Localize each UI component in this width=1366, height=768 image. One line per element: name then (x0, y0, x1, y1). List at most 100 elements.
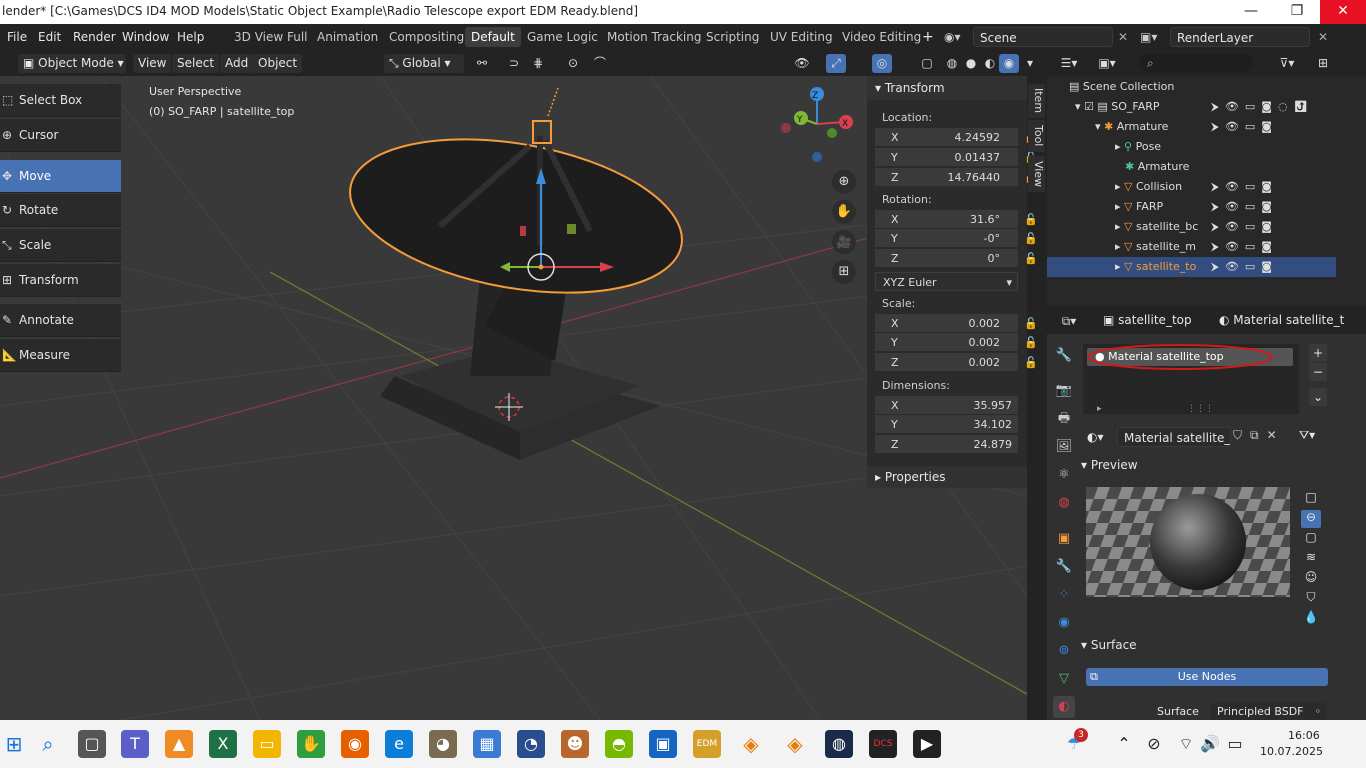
perspective-grid-icon[interactable]: ⊞ (832, 260, 856, 284)
view-layer-icon[interactable]: 🖼 (1053, 436, 1075, 458)
fluid-preview-icon[interactable]: 💧 (1301, 610, 1321, 628)
material-action-icons[interactable]: ⛉⧉✕ (1233, 428, 1299, 443)
edm-icon[interactable]: EDM (693, 730, 721, 758)
add-slot-button[interactable]: + (1309, 344, 1327, 362)
sphere-preview-icon[interactable]: ⊖ (1301, 510, 1321, 528)
row-visibility-icons[interactable]: ⮞👁▭◙◌⤴ (1211, 97, 1314, 117)
expand-arrow-icon[interactable]: ▸ (1097, 404, 1102, 414)
select-menu[interactable]: Select (172, 54, 220, 73)
search-icon[interactable]: ⌕ (34, 730, 62, 758)
add-workspace-button[interactable]: + (922, 28, 934, 46)
render-properties-icon[interactable]: 📷 (1053, 380, 1075, 402)
location-z-field[interactable]: Z14.76440🔓 (875, 168, 1038, 187)
solid-shading-icon[interactable]: ● (961, 54, 981, 73)
xray-icon[interactable]: ▢ (917, 54, 937, 73)
tab-video-editing[interactable]: Video Editing (836, 27, 927, 47)
media-app-icon[interactable]: ◔ (517, 730, 545, 758)
filter-icon[interactable]: ⊽▾ (1273, 54, 1301, 73)
render-layer-field[interactable]: RenderLayer (1170, 27, 1310, 47)
rotation-mode-dropdown[interactable]: XYZ Euler ▾ (875, 272, 1018, 291)
paint-app-icon[interactable]: ☻ (561, 730, 589, 758)
tab-game-logic[interactable]: Game Logic (521, 27, 604, 47)
mode-dropdown[interactable]: ▣ Object Mode ▾ (18, 54, 126, 73)
blender-icon[interactable]: ◈ (737, 730, 765, 758)
menu-render[interactable]: Render (73, 28, 116, 46)
scale-z-field[interactable]: Z 0.002 🔓 (875, 353, 1038, 372)
snap-toggle-icon[interactable]: ⊃ (504, 54, 524, 73)
navigation-gizmo[interactable]: Z X Y (781, 87, 853, 162)
shading-dropdown-icon[interactable]: ▾ (1020, 54, 1040, 73)
firefox-icon[interactable]: ◉ (341, 730, 369, 758)
start-icon[interactable]: ⊞ (0, 730, 28, 758)
tab-tool[interactable]: Tool (1028, 120, 1045, 152)
visibility-icon[interactable]: 👁 (792, 54, 812, 73)
hair-preview-icon[interactable]: ≋ (1301, 550, 1321, 568)
lock-icon[interactable]: 🔓 (1024, 210, 1038, 229)
wireframe-shading-icon[interactable]: ◍ (942, 54, 962, 73)
tab-animation[interactable]: Animation (311, 27, 384, 47)
location-x-field[interactable]: X4.24592🔓 (875, 128, 1038, 147)
maximize-button[interactable]: ❐ (1274, 0, 1320, 24)
close-scene-icon[interactable]: ✕ (1118, 28, 1128, 46)
outliner-row-pose[interactable]: ▸ ⚲ Pose (1047, 137, 1336, 157)
gizmo-toggle-icon[interactable]: ⤢ (826, 54, 846, 73)
tab-item[interactable]: Item (1028, 84, 1045, 118)
outliner-row-armature[interactable]: ▾ ✱ Armature ⮞👁▭◙ (1047, 117, 1336, 137)
pivot-icon[interactable]: ⚯ (472, 54, 492, 73)
tool-annotate[interactable]: ✎ Annotate (0, 304, 121, 337)
output-properties-icon[interactable]: 🖶 (1053, 408, 1075, 430)
node-link-icon[interactable]: ⛛▾ (1299, 428, 1315, 443)
gimp-icon[interactable]: ◕ (429, 730, 457, 758)
tool-properties-icon[interactable]: 🔧 (1053, 345, 1075, 367)
row-visibility-icons[interactable]: ⮞👁▭◙ (1211, 237, 1278, 257)
dimensions-y-field[interactable]: Y 34.102 (875, 415, 1018, 434)
row-visibility-icons[interactable]: ⮞👁▭◙ (1211, 217, 1278, 237)
use-nodes-button[interactable]: ⧉ Use Nodes (1086, 668, 1328, 686)
location-y-field[interactable]: Y0.01437🔓 (875, 148, 1038, 167)
tool-measure[interactable]: 📐 Measure (0, 339, 121, 372)
tool-scale[interactable]: ⤡ Scale (0, 229, 121, 262)
lock-icon[interactable]: 🔓 (1024, 229, 1038, 248)
task-view-icon[interactable]: ▢ (78, 730, 106, 758)
sync-off-icon[interactable]: ⊘ (1140, 730, 1168, 758)
dimensions-z-field[interactable]: Z 24.879 (875, 435, 1018, 454)
outliner-row-armature-data[interactable]: ✱ Armature (1047, 157, 1336, 177)
snap-settings-icon[interactable]: ⋕ (528, 54, 548, 73)
outliner-row-collision[interactable]: ▸ ▽ Collision ⮞👁▭◙ (1047, 177, 1336, 197)
flat-preview-icon[interactable]: □ (1301, 490, 1321, 508)
checkbox-icon[interactable]: ☑ (1084, 100, 1097, 113)
close-render-layer-icon[interactable]: ✕ (1318, 28, 1328, 46)
physics-properties-icon[interactable]: ◉ (1053, 612, 1075, 634)
dcs-icon[interactable]: DCS (869, 730, 897, 758)
minimize-button[interactable]: — (1228, 0, 1274, 24)
display-mode-icon[interactable]: ▣▾ (1097, 54, 1117, 73)
clock-time[interactable]: 16:06 (1288, 729, 1320, 742)
monkey-preview-icon[interactable]: ☺ (1301, 570, 1321, 588)
lock-icon[interactable]: 🔓 (1024, 249, 1038, 268)
tool-cursor[interactable]: ⊕ Cursor (0, 119, 121, 152)
teams-icon[interactable]: T (121, 730, 149, 758)
add-menu[interactable]: Add (220, 54, 254, 73)
surface-shader-field[interactable]: Principled BSDF ◦ (1211, 703, 1327, 721)
tab-3d-view-full[interactable]: 3D View Full (228, 27, 314, 47)
overlay-toggle-icon[interactable]: ◎ (872, 54, 892, 73)
menu-help[interactable]: Help (177, 28, 204, 46)
editor-type-icon[interactable]: ⧉▾ (1059, 312, 1079, 331)
globe-app-icon[interactable]: ◍ (825, 730, 853, 758)
data-properties-icon[interactable]: ▽ (1053, 668, 1075, 690)
row-visibility-icons[interactable]: ⮞👁▭◙ (1211, 117, 1278, 137)
orientation-dropdown[interactable]: ⤡ Global ▾ (384, 54, 464, 73)
new-collection-icon[interactable]: ⊞ (1313, 54, 1333, 73)
window-app-icon[interactable]: ▣ (649, 730, 677, 758)
scale-x-field[interactable]: X 0.002 🔓 (875, 314, 1038, 333)
chevron-up-icon[interactable]: ⌃ (1110, 730, 1138, 758)
tool-move[interactable]: ✥ Move (0, 160, 121, 193)
tab-compositing[interactable]: Compositing (383, 27, 470, 47)
slot-menu-button[interactable]: ⌄ (1309, 388, 1327, 406)
outliner-row-satellite-m[interactable]: ▸ ▽ satellite_m ⮞👁▭◙ (1047, 237, 1336, 257)
close-button[interactable]: ✕ (1320, 0, 1366, 24)
lock-icon[interactable]: 🔓 (1024, 314, 1038, 333)
menu-window[interactable]: Window (122, 28, 169, 46)
file-explorer-icon[interactable]: ▭ (253, 730, 281, 758)
preview-panel-header[interactable]: ▾ Preview (1081, 458, 1366, 476)
